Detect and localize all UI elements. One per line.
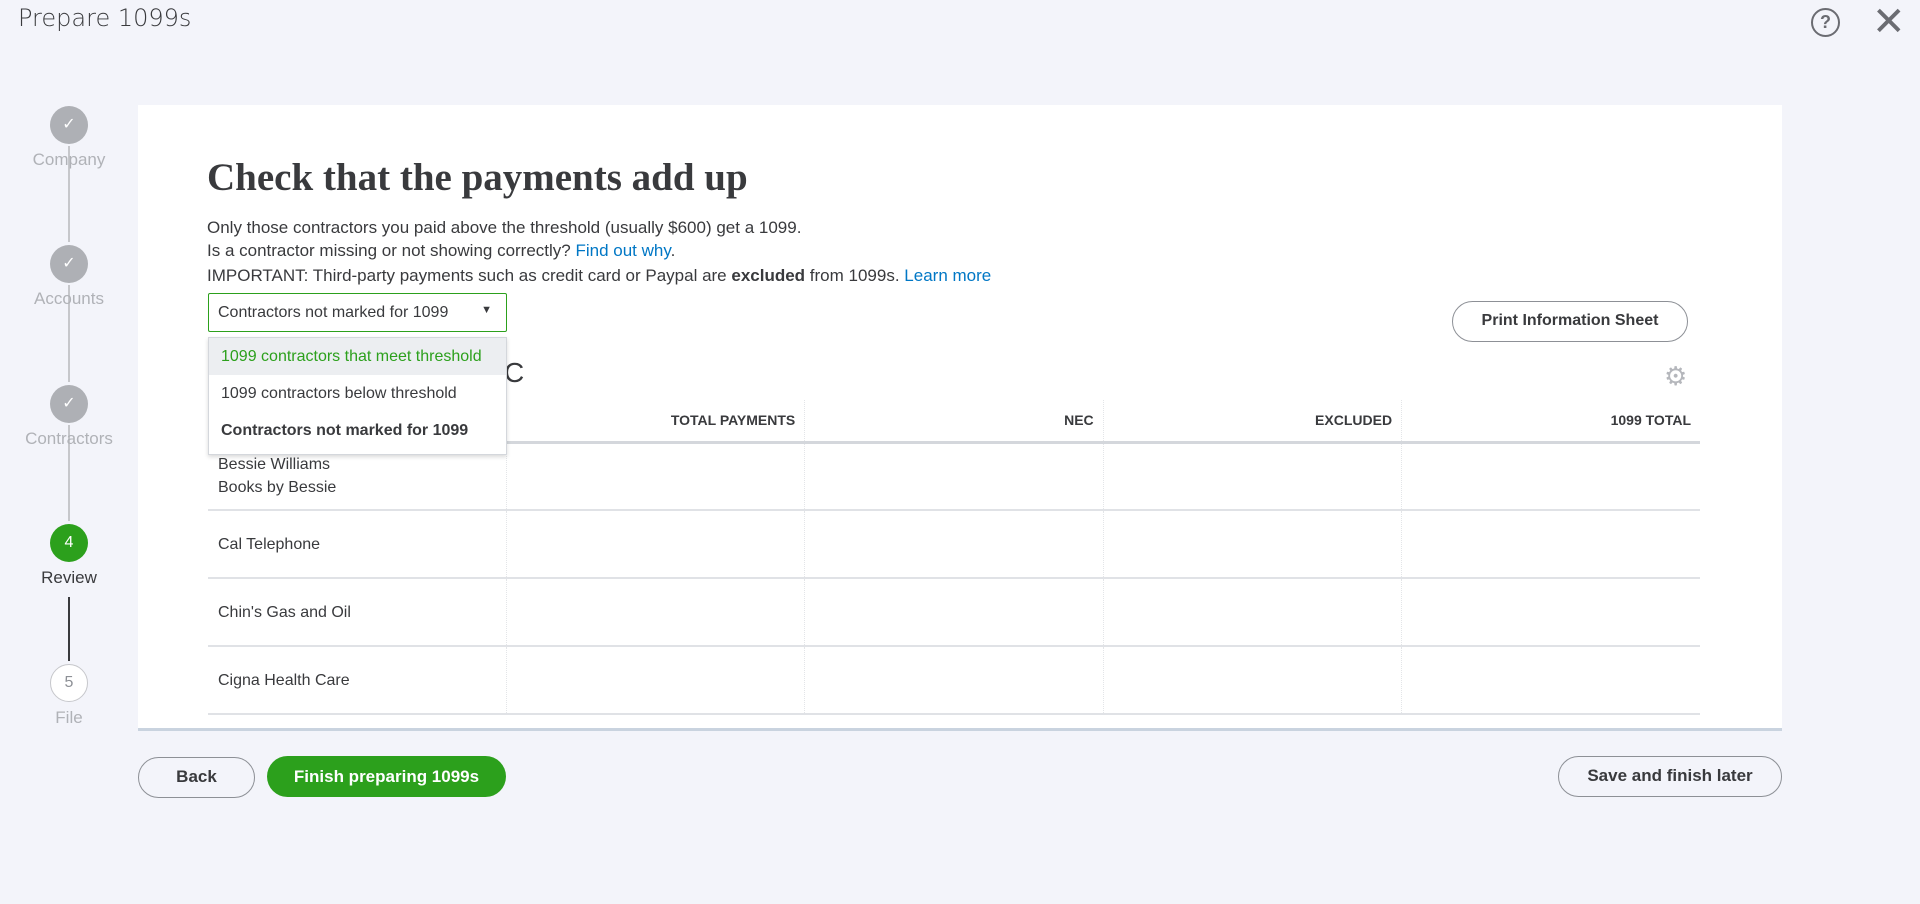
- step-file: 5 File: [0, 664, 138, 728]
- important-label-end: from 1099s.: [805, 266, 905, 285]
- cell: [804, 578, 1104, 647]
- step-label: Review: [41, 568, 97, 587]
- find-out-why-link[interactable]: Find out why: [575, 241, 670, 260]
- close-icon[interactable]: ✕: [1872, 2, 1906, 42]
- step-label: Accounts: [34, 289, 104, 308]
- important-text: IMPORTANT: Third-party payments such as …: [207, 266, 991, 286]
- cell: [1401, 646, 1700, 715]
- contractor-name: Chin's Gas and Oil: [208, 578, 507, 647]
- review-card: Check that the payments add up Only thos…: [138, 105, 1782, 731]
- help-icon[interactable]: ?: [1811, 8, 1840, 37]
- option-not-marked[interactable]: Contractors not marked for 1099: [209, 412, 506, 449]
- cell: [505, 510, 805, 579]
- table-row: Cigna Health Care: [208, 646, 1700, 715]
- col-total-payments: TOTAL PAYMENTS: [505, 400, 805, 444]
- cell: [1401, 442, 1700, 511]
- col-1099-total: 1099 TOTAL: [1401, 400, 1700, 444]
- step-review: 4 Review: [0, 524, 138, 588]
- step-label: Company: [32, 150, 106, 169]
- cell: [804, 646, 1104, 715]
- cell: [1102, 578, 1402, 647]
- step-label: Contractors: [25, 429, 113, 448]
- cell: [505, 442, 805, 511]
- cell: [1102, 442, 1402, 511]
- step-number: 4: [50, 524, 88, 562]
- caret-down-icon: ▼: [481, 304, 492, 316]
- step-contractors: ✓ Contractors: [0, 385, 138, 449]
- check-icon: ✓: [50, 106, 88, 144]
- section-heading: Check that the payments add up: [207, 156, 748, 199]
- cell: [505, 646, 805, 715]
- contractor-filter-dropdown[interactable]: Contractors not marked for 1099 ▼: [208, 293, 507, 332]
- save-and-finish-later-button[interactable]: Save and finish later: [1558, 756, 1782, 797]
- check-icon: ✓: [50, 245, 88, 283]
- step-number: 5: [50, 664, 88, 702]
- contractor-name-text: Bessie Williams: [218, 456, 331, 474]
- cell: [1102, 646, 1402, 715]
- step-accounts: ✓ Accounts: [0, 245, 138, 309]
- cell: [804, 510, 1104, 579]
- step-label: File: [55, 708, 83, 727]
- table-row: Cal Telephone: [208, 510, 1700, 579]
- stepper-connector: [68, 597, 70, 661]
- back-button[interactable]: Back: [138, 757, 255, 798]
- excluded-bold: excluded: [731, 266, 806, 285]
- learn-more-link[interactable]: Learn more: [904, 266, 991, 285]
- cell: [1102, 510, 1402, 579]
- cell: [804, 442, 1104, 511]
- important-label: IMPORTANT: Third-party payments such as …: [207, 266, 732, 285]
- finish-preparing-button[interactable]: Finish preparing 1099s: [267, 756, 506, 797]
- col-nec: NEC: [804, 400, 1104, 444]
- missing-text-label: Is a contractor missing or not showing c…: [207, 241, 576, 260]
- contractor-company-text: Books by Bessie: [218, 479, 337, 497]
- cell: [1401, 510, 1700, 579]
- col-excluded: EXCLUDED: [1102, 400, 1402, 444]
- threshold-text: Only those contractors you paid above th…: [207, 218, 802, 237]
- cell: [505, 578, 805, 647]
- contractor-name: Cigna Health Care: [208, 646, 507, 715]
- check-icon: ✓: [50, 385, 88, 423]
- period: .: [670, 241, 676, 260]
- contractor-section-title: C: [504, 357, 525, 388]
- cell: [1401, 578, 1700, 647]
- filter-dropdown-menu: 1099 contractors that meet threshold 109…: [208, 337, 507, 455]
- print-information-sheet-button[interactable]: Print Information Sheet: [1452, 301, 1688, 342]
- step-company: ✓ Company: [0, 106, 138, 170]
- missing-text: Is a contractor missing or not showing c…: [207, 241, 675, 261]
- gear-icon[interactable]: ⚙: [1664, 361, 1687, 392]
- option-below-threshold[interactable]: 1099 contractors below threshold: [209, 375, 506, 412]
- page-title: Prepare 1099s: [18, 4, 192, 32]
- contractor-name: Cal Telephone: [208, 510, 507, 579]
- table-row: Chin's Gas and Oil: [208, 578, 1700, 647]
- dropdown-value: Contractors not marked for 1099: [218, 304, 449, 321]
- option-meet-threshold[interactable]: 1099 contractors that meet threshold: [209, 338, 506, 375]
